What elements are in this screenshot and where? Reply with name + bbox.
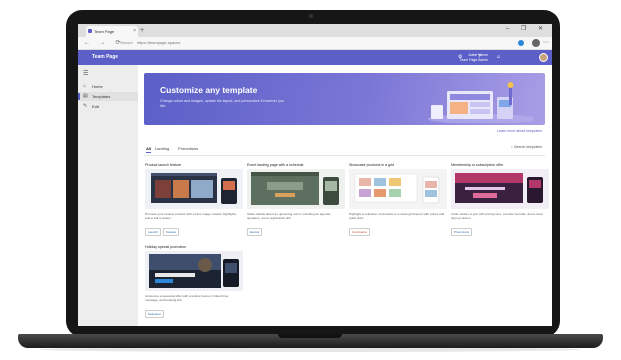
template-card[interactable]: Holiday special promotion Announce a sea… (145, 245, 243, 321)
template-card[interactable]: Showcase products in a grid Highlight a … (349, 163, 447, 239)
card-description: Announce a seasonal offer with a festive… (145, 294, 229, 302)
home-icon: ⌂ (83, 83, 87, 89)
laptop-base (18, 334, 603, 348)
sidebar-item-label: Edit (92, 104, 99, 109)
tag[interactable]: Promotions (451, 228, 473, 236)
webcam (309, 14, 313, 18)
sidebar-item-label: Home (92, 84, 103, 89)
browser-nav-buttons[interactable]: ← → ⟳ (84, 37, 124, 49)
tag[interactable]: Commerce (349, 228, 370, 236)
template-card[interactable]: Event landing page with a schedule Share… (247, 163, 345, 239)
card-title: Product launch feature (145, 163, 182, 167)
divider (144, 155, 545, 156)
extension-icon[interactable] (518, 40, 524, 46)
profile-icon[interactable] (532, 39, 540, 47)
url-field[interactable]: Secure https://teampage.spaces (120, 39, 280, 47)
learn-more-link[interactable]: Learn more about templates (497, 129, 542, 133)
card-tags: Commerce (349, 228, 372, 236)
app-header: Team Page Adele Vance Team Page Admin ⚙ … (78, 50, 552, 65)
tab-title: Team Page (94, 29, 115, 34)
card-tags: Events (247, 228, 264, 236)
filter-all[interactable]: All (146, 146, 152, 153)
browser-menu-icon[interactable]: ⋯ (543, 37, 549, 49)
tab-favicon-icon (88, 29, 92, 33)
card-title: Membership or subscription offer (451, 163, 504, 167)
hero-illustration (428, 82, 533, 123)
sidebar-item-edit[interactable]: ✎ Edit (78, 102, 138, 111)
hero-title: Customize any template (160, 85, 258, 95)
laptop-notch (278, 334, 342, 338)
hero-banner: Customize any template Change colors and… (144, 73, 545, 125)
main-content: Customize any template Change colors and… (138, 65, 552, 326)
browser-tab[interactable]: Team Page × (86, 26, 138, 37)
new-tab-button[interactable]: + (140, 26, 144, 36)
avatar[interactable] (539, 53, 548, 62)
search-templates-button[interactable]: ⌕ Search templates (511, 145, 542, 149)
filter-promotions[interactable]: Promotions (178, 146, 198, 151)
sidebar-item-label: Templates (92, 94, 111, 99)
tab-close-icon[interactable]: × (133, 26, 136, 37)
card-thumbnail (451, 169, 549, 209)
template-card[interactable]: Membership or subscription offer Invite … (451, 163, 549, 239)
header-icons[interactable]: ⚙ ? ☺ (458, 50, 508, 65)
card-description: Promote your newest product with a hero … (145, 212, 237, 220)
card-thumbnail (145, 169, 243, 209)
hero-description: Change colors and images, update the lay… (160, 99, 284, 108)
filter-landing[interactable]: Landing (155, 146, 169, 151)
app-title: Team Page (92, 54, 119, 60)
url-security-label: Secure (120, 40, 133, 45)
sidebar-item-home[interactable]: ⌂ Home (78, 82, 138, 91)
card-tags: Launch Feature (145, 228, 181, 236)
sidebar-item-templates[interactable]: ▤ Templates (78, 92, 138, 101)
card-thumbnail (145, 251, 243, 291)
tag[interactable]: Events (247, 228, 263, 236)
window-controls[interactable]: – ❐ ✕ (506, 25, 548, 32)
browser-tab-bar: Team Page × + – ❐ ✕ (78, 24, 552, 37)
tag[interactable]: Feature (162, 228, 180, 236)
edit-icon: ✎ (83, 103, 88, 109)
url-text: https://teampage.spaces (136, 40, 181, 45)
laptop-screen: Team Page × + – ❐ ✕ ← → ⟳ Secure https:/… (78, 24, 552, 326)
card-title: Event landing page with a schedule (247, 163, 304, 167)
card-tags: Promotions (451, 228, 474, 236)
template-card[interactable]: Product launch feature Promote your newe… (145, 163, 243, 239)
hamburger-menu-icon[interactable]: ☰ (83, 70, 88, 77)
search-templates-label: Search templates (514, 145, 542, 149)
templates-icon: ▤ (83, 93, 88, 99)
card-title: Showcase products in a grid (349, 163, 395, 167)
card-title: Holiday special promotion (145, 245, 187, 249)
card-description: Invite visitors to join with pricing tie… (451, 212, 543, 220)
tag[interactable]: Launch (145, 228, 161, 236)
card-tags: Seasonal (145, 310, 166, 318)
card-thumbnail (247, 169, 345, 209)
card-thumbnail (349, 169, 447, 209)
tag[interactable]: Seasonal (145, 310, 164, 318)
browser-address-bar: ← → ⟳ Secure https://teampage.spaces ⋯ (78, 37, 552, 50)
sidebar: ☰ ⌂ Home ▤ Templates ✎ Edit (78, 65, 139, 326)
card-description: Share details about an upcoming event, i… (247, 212, 331, 220)
card-description: Highlight a collection of products in a … (349, 212, 445, 220)
